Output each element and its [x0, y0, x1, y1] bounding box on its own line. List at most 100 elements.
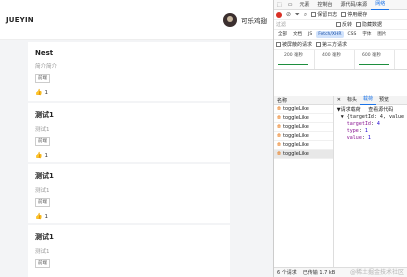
preserve-log-checkbox[interactable]: 保留日志	[311, 11, 337, 18]
checkbox-box[interactable]	[356, 22, 362, 27]
post-title[interactable]: 测试1	[35, 171, 223, 181]
request-row[interactable]: ⦾ toggleLike	[274, 132, 333, 141]
request-name: toggleLike	[283, 124, 309, 130]
payload-object[interactable]: ▼ {targetId: 4, value	[337, 114, 404, 121]
tab-console[interactable]: 控制台	[313, 0, 336, 10]
tab-network[interactable]: 网络	[371, 0, 390, 10]
type-img[interactable]: 图片	[375, 31, 388, 38]
avatar[interactable]	[223, 12, 237, 27]
network-timeline[interactable]: 200 毫秒 400 毫秒 600 毫秒	[274, 50, 407, 70]
checkbox-box[interactable]	[311, 12, 317, 17]
invert-label: 反转	[342, 22, 353, 28]
device-toggle-icon[interactable]: ▭	[285, 0, 296, 10]
username[interactable]: 可乐鸡翅	[241, 15, 267, 25]
type-css[interactable]: CSS	[346, 31, 359, 38]
blocked-row: 被屏蔽的请求 第三方请求	[274, 40, 407, 50]
thumbs-up-icon[interactable]: 👍	[35, 152, 42, 159]
post-desc: 测试1	[35, 249, 50, 255]
payload-value: 4	[376, 121, 380, 127]
type-all[interactable]: 全部	[276, 31, 289, 38]
timeline-label: 200 毫秒	[284, 53, 304, 58]
search-icon[interactable]: ⌕	[304, 11, 307, 19]
xhr-icon: ⦾	[277, 106, 282, 112]
request-name: toggleLike	[283, 151, 309, 157]
timeline-label: 400 毫秒	[322, 53, 342, 58]
thumbs-up-icon[interactable]: 👍	[35, 89, 42, 96]
checkbox-box[interactable]	[341, 12, 347, 17]
like-button[interactable]: 👍 1	[35, 152, 223, 159]
clear-icon[interactable]: ⊘	[286, 11, 291, 18]
payload-field-value: value: 1	[346, 135, 371, 141]
xhr-icon: ⦾	[277, 115, 282, 121]
invert-checkbox[interactable]: 反转	[336, 21, 352, 28]
request-row-selected[interactable]: ⦾ toggleLike	[274, 150, 333, 159]
network-toolbar: ⊘ ⏷ ⌕ 保留日志 停用缓存	[274, 10, 407, 20]
filter-row: 过滤 反转 隐藏数据	[274, 20, 407, 30]
checkbox-box[interactable]	[336, 22, 341, 27]
type-js[interactable]: JS	[306, 31, 314, 38]
post-feed: Nest 简介简介 前端 👍 1 测试1 测试1 前端 👍 1 测试1 测试1 …	[28, 42, 230, 277]
payload-key: value	[346, 135, 362, 141]
post-title[interactable]: Nest	[35, 49, 223, 57]
tab-elements[interactable]: 元素	[295, 0, 313, 10]
post-desc: 测试1	[35, 127, 50, 133]
filter-icon[interactable]: ⏷	[295, 11, 300, 19]
tab-preview[interactable]: 预览	[376, 96, 392, 105]
request-row[interactable]: ⦾ toggleLike	[274, 123, 333, 132]
user-menu[interactable]: 可乐鸡翅	[223, 12, 267, 27]
detail-tabs: ✕ 标头 载荷 预览	[333, 95, 407, 105]
tab-payload[interactable]: 载荷	[360, 95, 377, 105]
like-count: 1	[44, 152, 48, 159]
like-button[interactable]: 👍 1	[35, 89, 223, 96]
brand-logo[interactable]: JUEYIN	[6, 16, 34, 24]
name-column-header[interactable]: 名称	[274, 96, 333, 105]
request-pane: 名称 ⦾ toggleLike ⦾ toggleLike ⦾ toggleLike ⦾…	[274, 96, 407, 267]
post-card[interactable]: 测试1 测试1 前端	[28, 225, 230, 277]
post-tag[interactable]: 前端	[35, 74, 50, 83]
timeline-tick	[314, 50, 315, 69]
payload-field-targetid: targetId: 4	[346, 121, 380, 127]
timeline-bar	[359, 64, 389, 65]
request-row[interactable]: ⦾ toggleLike	[274, 141, 333, 150]
post-tag[interactable]: 前端	[35, 198, 50, 207]
request-name: toggleLike	[283, 133, 309, 139]
post-card[interactable]: Nest 简介简介 前端 👍 1	[28, 42, 230, 101]
xhr-icon: ⦾	[277, 124, 282, 130]
request-list: 名称 ⦾ toggleLike ⦾ toggleLike ⦾ toggleLike ⦾…	[274, 96, 334, 267]
post-title[interactable]: 测试1	[35, 110, 223, 120]
record-icon[interactable]	[276, 11, 282, 18]
payload-section-header[interactable]: ▼请求载荷 查看源代码	[337, 107, 404, 114]
post-tag[interactable]: 前端	[35, 259, 50, 268]
close-icon[interactable]: ✕	[334, 96, 344, 105]
type-fetch-xhr[interactable]: Fetch/XHR	[316, 31, 344, 38]
third-party-checkbox[interactable]: 第三方请求	[316, 41, 347, 48]
like-button[interactable]: 👍 1	[35, 213, 223, 220]
inspect-icon[interactable]: ⬚	[274, 0, 285, 10]
post-title[interactable]: 测试1	[35, 232, 223, 242]
checkbox-box[interactable]	[316, 42, 322, 47]
filter-input[interactable]: 过滤	[276, 21, 332, 28]
timeline-bar	[278, 64, 308, 65]
request-count: 6 个请求	[277, 270, 297, 276]
timeline-tick	[354, 50, 355, 69]
app-header: JUEYIN 可乐鸡翅	[0, 0, 273, 40]
tab-sources[interactable]: 源代码/来源	[337, 0, 372, 10]
blocked-requests-checkbox[interactable]: 被屏蔽的请求	[276, 41, 312, 48]
request-row[interactable]: ⦾ toggleLike	[274, 114, 333, 123]
thumbs-up-icon[interactable]: 👍	[35, 213, 42, 220]
hide-data-checkbox[interactable]: 隐藏数据	[356, 21, 382, 28]
payload-key: targetId	[346, 121, 371, 127]
checkbox-box[interactable]	[276, 42, 281, 47]
devtools-panel: ⬚ ▭ 元素 控制台 源代码/来源 网络 ⊘ ⏷ ⌕ 保留日志 停用缓存 过滤 …	[273, 0, 407, 277]
request-row[interactable]: ⦾ toggleLike	[274, 105, 333, 114]
xhr-icon: ⦾	[277, 133, 282, 139]
post-tag[interactable]: 前端	[35, 137, 50, 146]
view-source-link[interactable]: 查看源代码	[368, 107, 393, 113]
post-card[interactable]: 测试1 测试1 前端 👍 1	[28, 103, 230, 162]
type-font[interactable]: 字体	[360, 31, 373, 38]
type-doc[interactable]: 文档	[291, 31, 304, 38]
xhr-icon: ⦾	[277, 142, 282, 148]
tab-headers[interactable]: 标头	[344, 96, 360, 105]
disable-cache-checkbox[interactable]: 停用缓存	[341, 11, 367, 18]
post-card[interactable]: 测试1 测试1 前端 👍 1	[28, 164, 230, 223]
